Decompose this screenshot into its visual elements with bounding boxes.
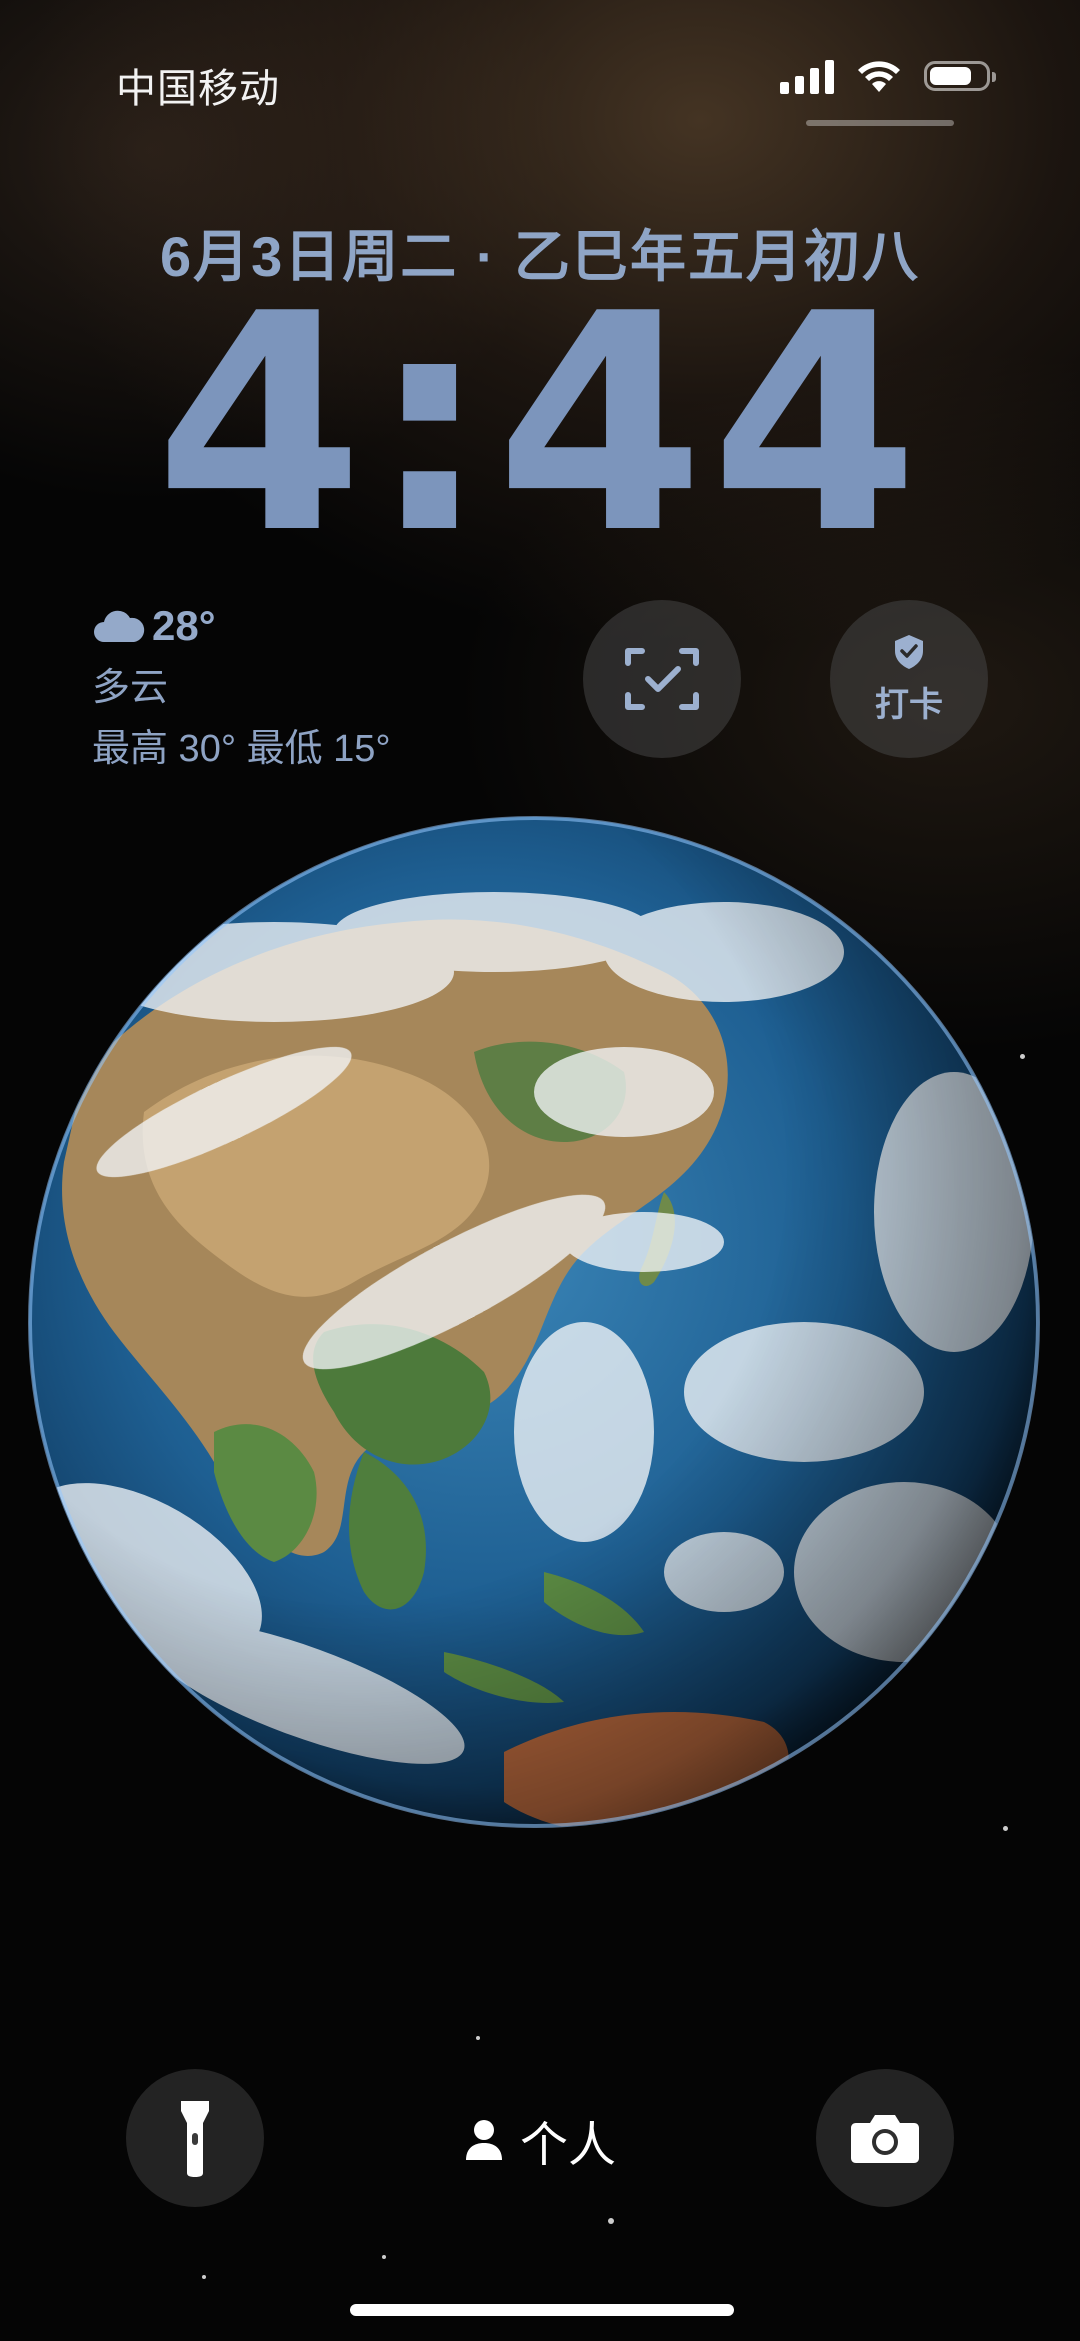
star [608,2218,614,2224]
star [382,2255,386,2259]
weather-range: 最高 30° 最低 15° [92,728,391,770]
shield-check-icon [895,634,923,669]
cloud-icon [94,610,145,642]
home-indicator[interactable] [350,2304,734,2316]
scan-check-icon [625,648,699,710]
wifi-icon [858,61,900,92]
lock-screen: 中国移动 6月3日周二 · 乙巳年五月初八 4:44 28° 多云 最高 30°… [0,0,1080,2341]
carrier-name: 中国移动 [116,67,280,111]
camera-icon [851,2115,919,2163]
star [202,2275,206,2279]
battery-icon [924,61,996,91]
status-icons [780,58,996,94]
camera-button[interactable] [816,2069,954,2207]
person-icon [465,2120,502,2160]
checkin-widget[interactable]: 打卡 [830,600,988,758]
lock-clock[interactable]: 4:44 [0,275,1080,575]
scan-widget[interactable] [583,600,741,758]
cellular-signal-icon [780,58,834,94]
weather-condition: 多云 [92,667,169,709]
star [476,2036,480,2040]
notification-handle[interactable] [806,120,954,126]
weather-widget[interactable]: 28° 多云 最高 30° 最低 15° [92,602,391,772]
checkin-label: 打卡 [875,685,943,724]
weather-temperature: 28° [152,602,216,649]
battery-level [930,67,971,85]
earth-wallpaper [28,816,1040,1828]
focus-mode-label: 个人 [519,2119,616,2172]
